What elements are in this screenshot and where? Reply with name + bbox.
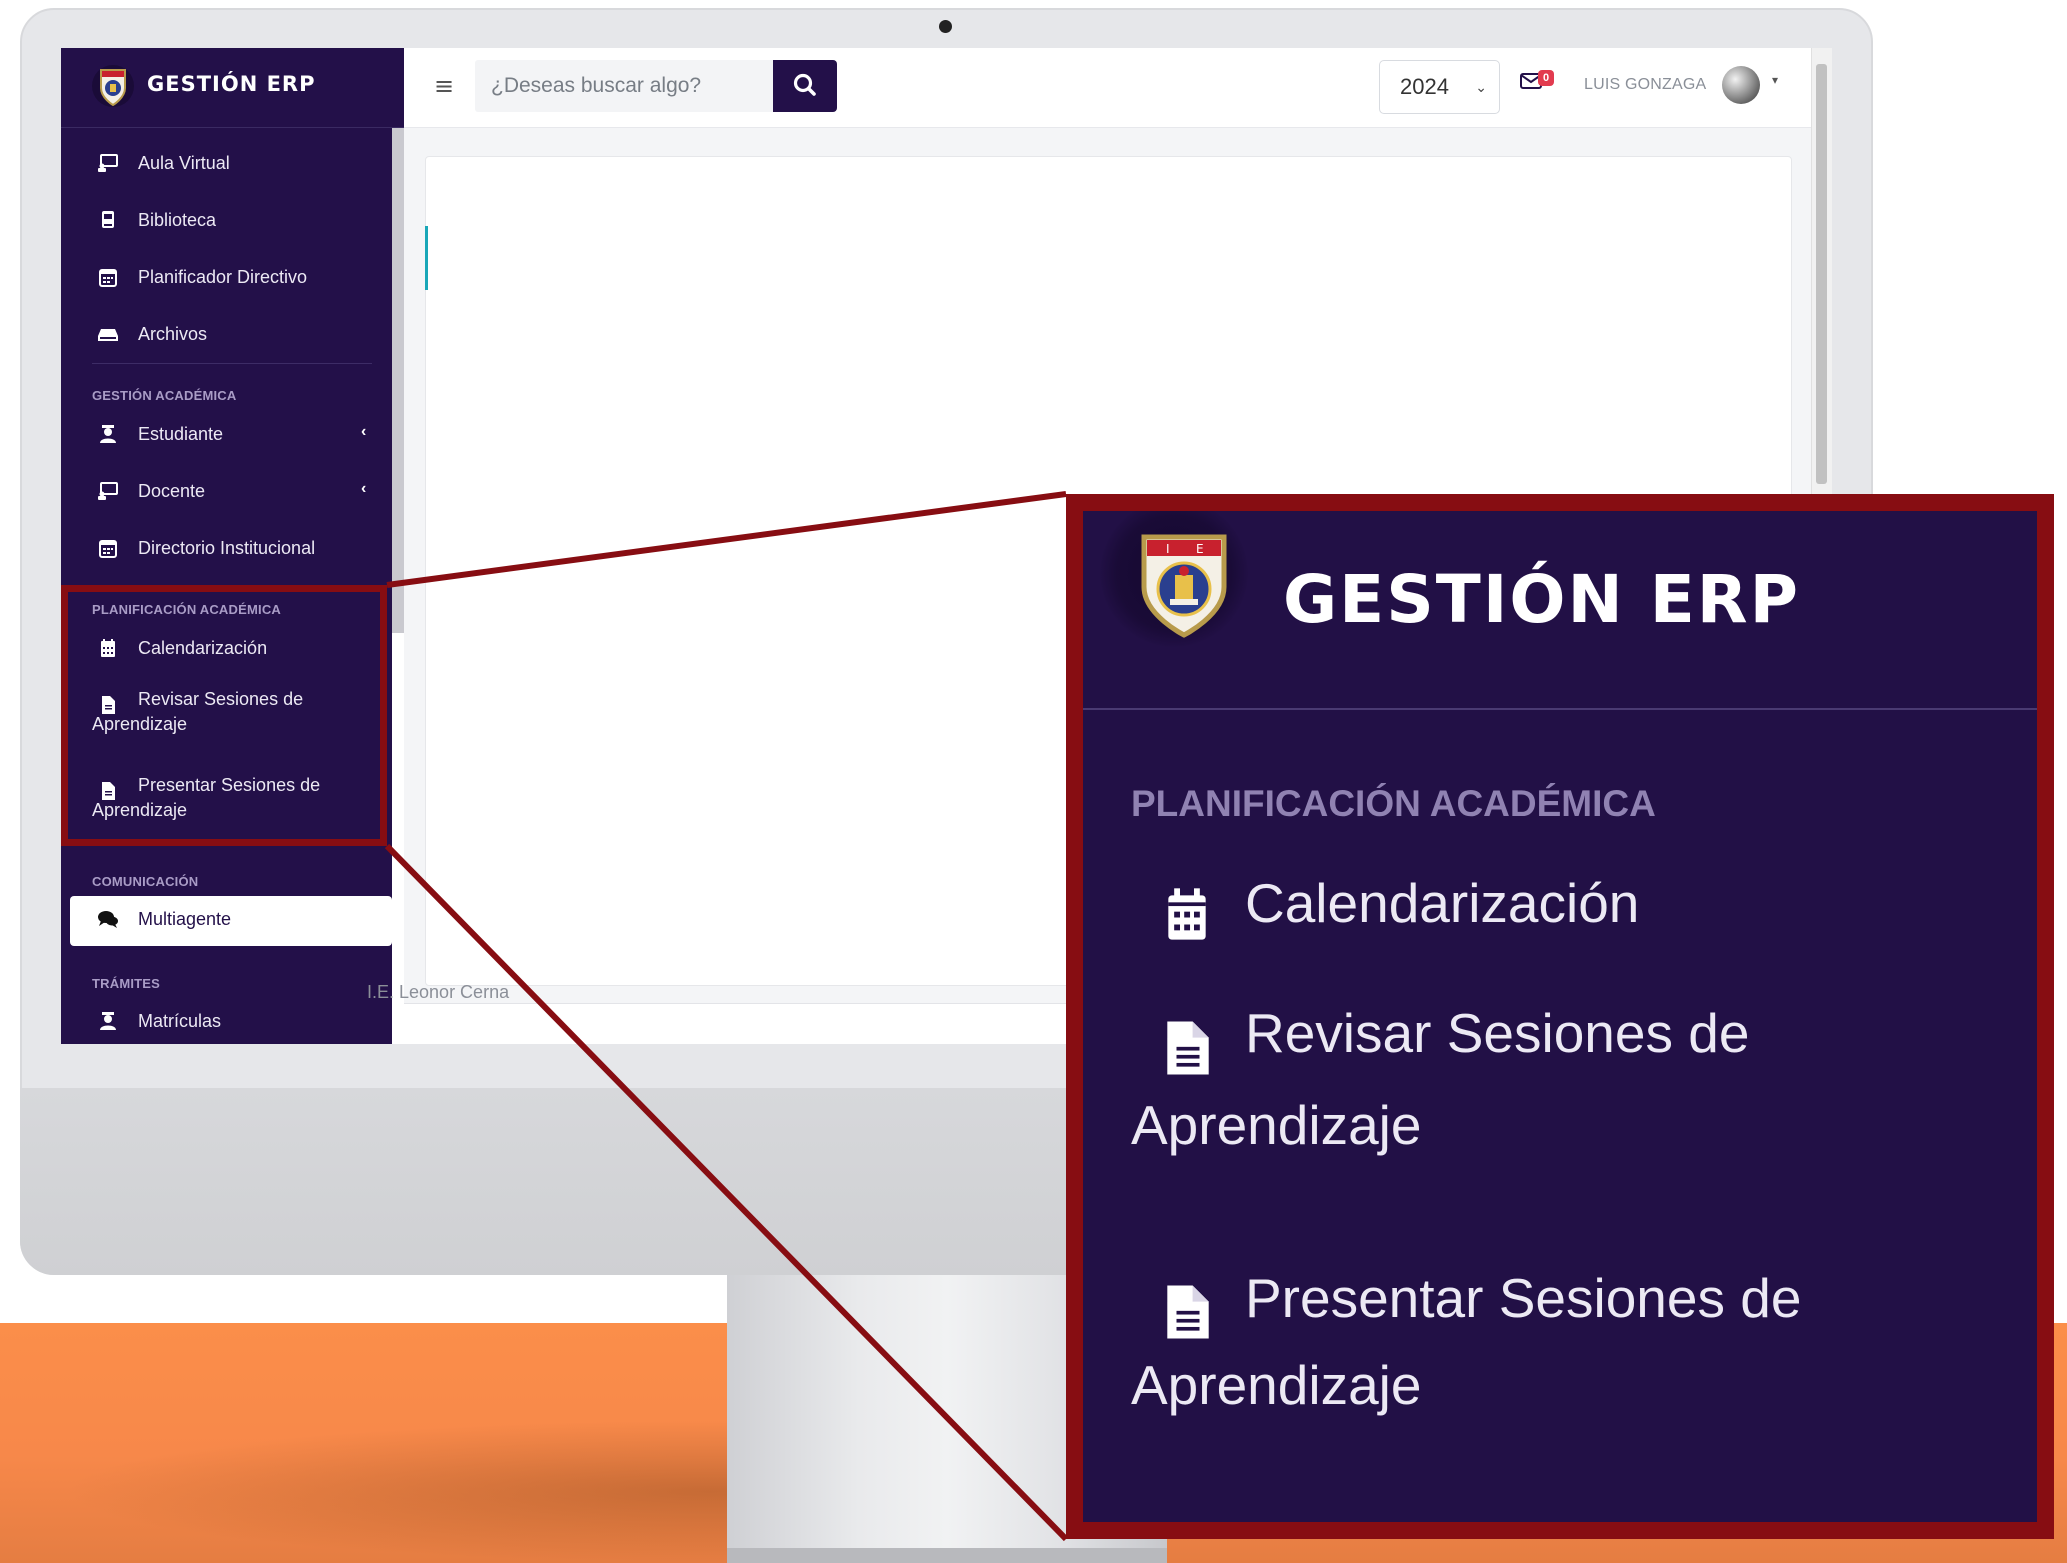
zoom-item-calendarizacion: Calendarización: [1245, 872, 1640, 934]
zoom-section-heading: PLANIFICACIÓN ACADÉMICA: [1131, 783, 1656, 824]
zoom-item-revisar-line2: Aprendizaje: [1131, 1094, 1422, 1156]
zoom-callout: I E GESTIÓN ERP PLANIFICACIÓN ACADÉMICA …: [1066, 494, 2054, 1539]
file-alt-icon: [1165, 1283, 1211, 1341]
school-crest-icon: I E: [1130, 515, 1238, 643]
zoom-item-presentar-line1: Presentar Sesiones de: [1245, 1267, 1802, 1329]
zoom-divider: [1083, 708, 2037, 710]
svg-text:E: E: [1196, 542, 1204, 556]
marketing-stage: GESTIÓN ERP Aula Virtual Biblioteca Plan…: [0, 0, 2067, 1563]
zoom-item-revisar-line1: Revisar Sesiones de: [1245, 1002, 1750, 1064]
svg-text:I: I: [1166, 542, 1170, 556]
calendar-alt-icon: [1161, 886, 1213, 942]
zoom-brand-name: GESTIÓN ERP: [1283, 561, 1800, 638]
zoom-item-presentar-line2: Aprendizaje: [1131, 1354, 1422, 1416]
file-alt-icon: [1165, 1019, 1211, 1077]
